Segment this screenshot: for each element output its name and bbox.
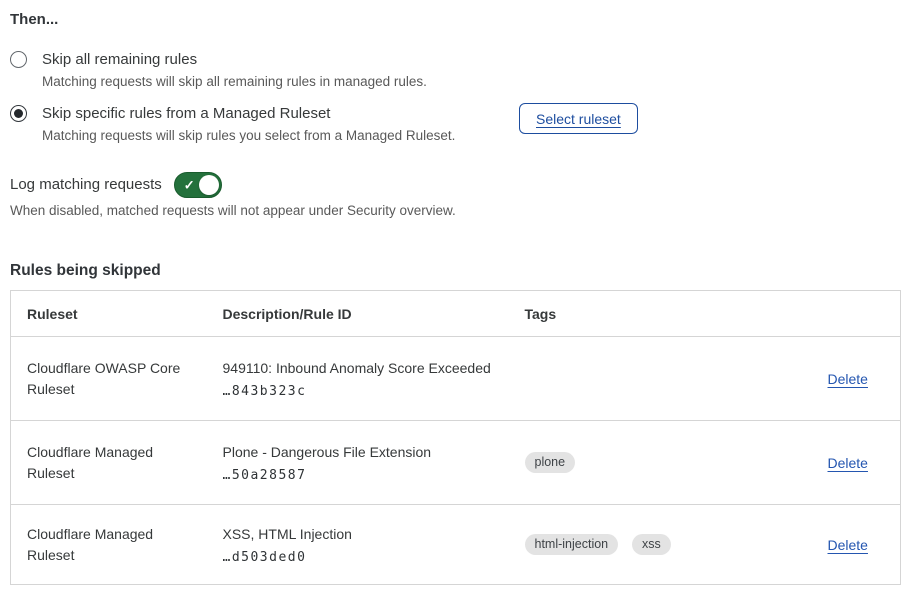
action-cell: Delete [812,421,901,505]
ruleset-cell: Cloudflare Managed Ruleset [11,421,207,505]
rule-id: …d503ded0 [223,550,493,565]
log-matching-requests-description: When disabled, matched requests will not… [10,203,456,218]
column-header-tags: Tags [509,291,812,337]
ruleset-cell: Cloudflare Managed Ruleset [11,505,207,585]
radio-selected-icon[interactable] [10,105,27,122]
column-header-ruleset: Ruleset [11,291,207,337]
table-row: Cloudflare Managed Ruleset Plone - Dange… [11,421,901,505]
option-text-block: Skip specific rules from a Managed Rules… [42,104,455,144]
rule-description: 949110: Inbound Anomaly Score Exceeded [223,359,493,377]
description-cell: 949110: Inbound Anomaly Score Exceeded …… [207,337,509,421]
column-header-description: Description/Rule ID [207,291,509,337]
toggle-knob [199,175,219,195]
then-section-title: Then... [10,11,58,28]
log-matching-requests-row: Log matching requests ✓ [10,172,222,198]
action-cell: Delete [812,505,901,585]
ruleset-cell: Cloudflare OWASP Core Ruleset [11,337,207,421]
log-matching-requests-toggle[interactable]: ✓ [174,172,222,198]
option-label: Skip specific rules from a Managed Rules… [42,104,455,123]
rule-description: Plone - Dangerous File Extension [223,443,493,461]
delete-link[interactable]: Delete [828,371,868,387]
rules-being-skipped-table: Ruleset Description/Rule ID Tags Cloudfl… [10,290,901,585]
skip-rule-config-panel: Then... Skip all remaining rules Matchin… [0,0,911,614]
tags-cell [509,337,812,421]
radio-unselected-icon[interactable] [10,51,27,68]
table-row: Cloudflare Managed Ruleset XSS, HTML Inj… [11,505,901,585]
option-text-block: Skip all remaining rules Matching reques… [42,50,427,90]
select-ruleset-button[interactable]: Select ruleset [519,103,638,134]
rules-being-skipped-title: Rules being skipped [10,262,161,280]
description-cell: XSS, HTML Injection …d503ded0 [207,505,509,585]
tags-cell: html-injection xss [509,505,812,585]
radio-option-skip-specific-rules[interactable]: Skip specific rules from a Managed Rules… [10,104,455,144]
delete-link[interactable]: Delete [828,455,868,471]
check-icon: ✓ [184,179,195,192]
log-matching-requests-label: Log matching requests [10,172,162,198]
tag-pill: html-injection [525,534,619,555]
rule-id: …50a28587 [223,468,493,483]
radio-option-skip-all-rules[interactable]: Skip all remaining rules Matching reques… [10,50,427,90]
description-cell: Plone - Dangerous File Extension …50a285… [207,421,509,505]
option-label: Skip all remaining rules [42,50,427,69]
option-description: Matching requests will skip rules you se… [42,127,455,144]
table-header-row: Ruleset Description/Rule ID Tags [11,291,901,337]
rule-description: XSS, HTML Injection [223,525,493,543]
tags-cell: plone [509,421,812,505]
option-description: Matching requests will skip all remainin… [42,73,427,90]
tag-pill: plone [525,452,576,473]
rule-id: …843b323c [223,384,493,399]
table-row: Cloudflare OWASP Core Ruleset 949110: In… [11,337,901,421]
delete-link[interactable]: Delete [828,537,868,553]
tag-pill: xss [632,534,671,555]
action-cell: Delete [812,337,901,421]
column-header-action [812,291,901,337]
